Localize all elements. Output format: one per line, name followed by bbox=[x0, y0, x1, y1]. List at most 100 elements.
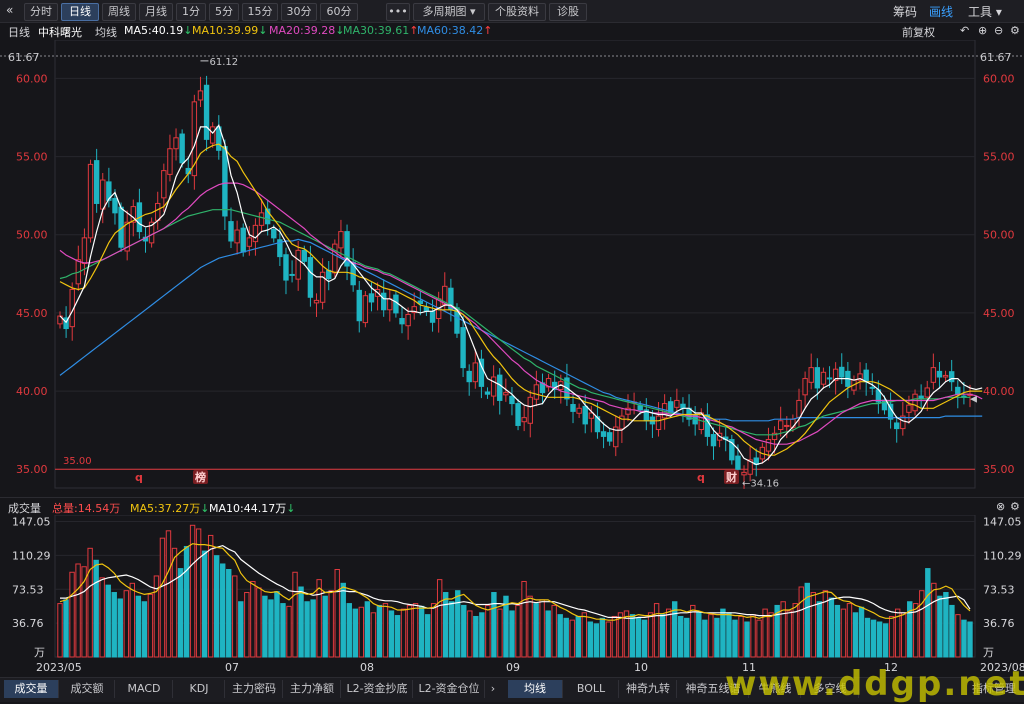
stock-info-button[interactable]: 个股资料 bbox=[488, 3, 546, 21]
period-tab-8[interactable]: 60分 bbox=[320, 3, 358, 21]
volume-y-tick-right-0: 147.05 bbox=[983, 516, 1022, 529]
candle-70 bbox=[484, 387, 491, 399]
overlay-tab-0[interactable]: 均线 bbox=[508, 680, 563, 698]
volume-bar-65 bbox=[449, 601, 455, 658]
period-tab-3[interactable]: 月线 bbox=[139, 3, 173, 21]
volume-bar-43 bbox=[316, 579, 322, 658]
ma5-text: MA5:40.19 bbox=[124, 24, 184, 37]
volume-bar-0 bbox=[57, 603, 63, 658]
candle-113 bbox=[747, 445, 753, 482]
volume-y-tick-left-4: 万 bbox=[34, 646, 45, 659]
overlay-tab-2[interactable]: 神奇九转 bbox=[620, 680, 677, 698]
volume-bar-101 bbox=[665, 608, 672, 658]
undo-icon[interactable]: ↶ bbox=[960, 24, 969, 37]
candle-body-76 bbox=[521, 417, 527, 423]
candle-body-19 bbox=[173, 137, 179, 150]
indicator-tab-0[interactable]: 成交量 bbox=[4, 680, 59, 698]
candle-14 bbox=[142, 227, 149, 253]
candle-56 bbox=[399, 306, 405, 334]
y-tick-right-0: 60.00 bbox=[983, 72, 1015, 85]
volume-y-tick-left-1: 110.29 bbox=[12, 549, 51, 562]
candle-body-98 bbox=[655, 415, 662, 431]
zoom-out-icon[interactable]: ⊖ bbox=[994, 24, 1003, 37]
ma-type-label[interactable]: 均线 bbox=[95, 24, 117, 40]
candle-body-16 bbox=[155, 202, 161, 221]
indicator-tab-4[interactable]: 主力密码 bbox=[226, 680, 283, 698]
period-tab-1[interactable]: 日线 bbox=[61, 3, 99, 21]
candle-3 bbox=[75, 245, 82, 291]
candle-134 bbox=[875, 380, 882, 414]
event-marker-0: q bbox=[135, 471, 143, 484]
volume-bar-3 bbox=[75, 563, 81, 658]
volume-bar-121 bbox=[786, 610, 792, 658]
volume-chart: 147.05 147.05 110.29 110.29 73.53 73.53 36.76 3… bbox=[12, 515, 1024, 674]
candle-body-24 bbox=[203, 84, 210, 140]
chip-button[interactable]: 筹码 bbox=[893, 3, 917, 20]
overlay-tab-1[interactable]: BOLL bbox=[564, 680, 619, 698]
period-tab-2[interactable]: 周线 bbox=[102, 3, 136, 21]
multi-period-button[interactable]: 多周期图 ▾ bbox=[413, 3, 485, 21]
period-tab-4[interactable]: 1分 bbox=[176, 3, 206, 21]
volume-bar-20 bbox=[177, 568, 184, 658]
back-icon[interactable]: « bbox=[6, 3, 13, 17]
y-tick-left-4: 40.00 bbox=[16, 385, 48, 398]
event-marker-2: q bbox=[697, 471, 705, 484]
volume-bar-35 bbox=[268, 599, 274, 658]
period-tab-7[interactable]: 30分 bbox=[281, 3, 317, 21]
volume-bar-91 bbox=[605, 621, 612, 658]
candle-110 bbox=[729, 434, 735, 465]
candle-body-101 bbox=[674, 399, 680, 408]
candle-44 bbox=[326, 260, 332, 291]
draw-line-button[interactable]: 画线 bbox=[929, 3, 953, 20]
volume-bar-39 bbox=[292, 571, 298, 658]
volume-bar-8 bbox=[105, 584, 111, 658]
indicator-tab-3[interactable]: KDJ bbox=[174, 680, 225, 698]
period-tab-5[interactable]: 5分 bbox=[209, 3, 239, 21]
tools-menu-button[interactable]: 工具 ▾ bbox=[968, 3, 1002, 20]
support-line-label: 35.00 bbox=[63, 456, 92, 467]
indicator-settings-icon[interactable]: ⚙ bbox=[1010, 500, 1020, 513]
candle-body-118 bbox=[777, 420, 784, 431]
period-tab-0[interactable]: 分时 bbox=[24, 3, 58, 21]
volume-bar-81 bbox=[545, 610, 551, 658]
candle-body-142 bbox=[924, 387, 930, 398]
volume-bar-58 bbox=[406, 604, 413, 658]
volume-bar-55 bbox=[388, 610, 395, 658]
y-tick-right-4: 40.00 bbox=[983, 385, 1015, 398]
volume-y-tick-left-0: 147.05 bbox=[12, 516, 51, 529]
indicator-tab-2[interactable]: MACD bbox=[116, 680, 173, 698]
candle-19 bbox=[173, 128, 179, 161]
adjust-button[interactable]: 前复权 bbox=[902, 24, 935, 40]
volume-bar-100 bbox=[659, 614, 666, 658]
volume-ma10: MA10:44.17万↓ bbox=[209, 502, 296, 515]
event-marker-3: 财 bbox=[725, 470, 737, 484]
volume-bar-14 bbox=[141, 601, 148, 658]
indicator-tab-5[interactable]: 主力净额 bbox=[284, 680, 341, 698]
candle-145 bbox=[942, 370, 949, 382]
more-periods-button[interactable]: ••• bbox=[386, 3, 410, 21]
diagnose-button[interactable]: 诊股 bbox=[549, 3, 587, 21]
period-tab-6[interactable]: 15分 bbox=[242, 3, 278, 21]
volume-bar-29 bbox=[232, 575, 238, 658]
volume-bar-56 bbox=[394, 615, 401, 658]
x-tick-2: 08 bbox=[360, 661, 374, 674]
candle-91 bbox=[613, 415, 619, 457]
candle-55 bbox=[393, 290, 399, 318]
settings-icon[interactable]: ⚙ bbox=[1010, 24, 1020, 37]
y-tick-left-5: 35.00 bbox=[16, 463, 48, 476]
next-tabs-icon[interactable]: › bbox=[486, 680, 500, 698]
volume-bar-148 bbox=[949, 604, 955, 658]
candle-body-95 bbox=[637, 405, 643, 411]
indicator-tab-7[interactable]: L2-资金仓位 bbox=[414, 680, 485, 698]
close-indicator-icon[interactable]: ⊗ bbox=[996, 500, 1005, 513]
volume-bar-113 bbox=[738, 615, 744, 658]
candle-body-143 bbox=[930, 367, 937, 383]
indicator-tab-1[interactable]: 成交额 bbox=[60, 680, 115, 698]
indicator-tab-6[interactable]: L2-资金抄底 bbox=[342, 680, 413, 698]
zoom-in-icon[interactable]: ⊕ bbox=[978, 24, 987, 37]
volume-ma5-text: MA5:37.27万 bbox=[130, 502, 201, 515]
candle-body-31 bbox=[246, 237, 253, 247]
candle-body-41 bbox=[307, 257, 314, 298]
volume-bar-44 bbox=[322, 595, 328, 658]
volume-bar-48 bbox=[346, 603, 352, 658]
